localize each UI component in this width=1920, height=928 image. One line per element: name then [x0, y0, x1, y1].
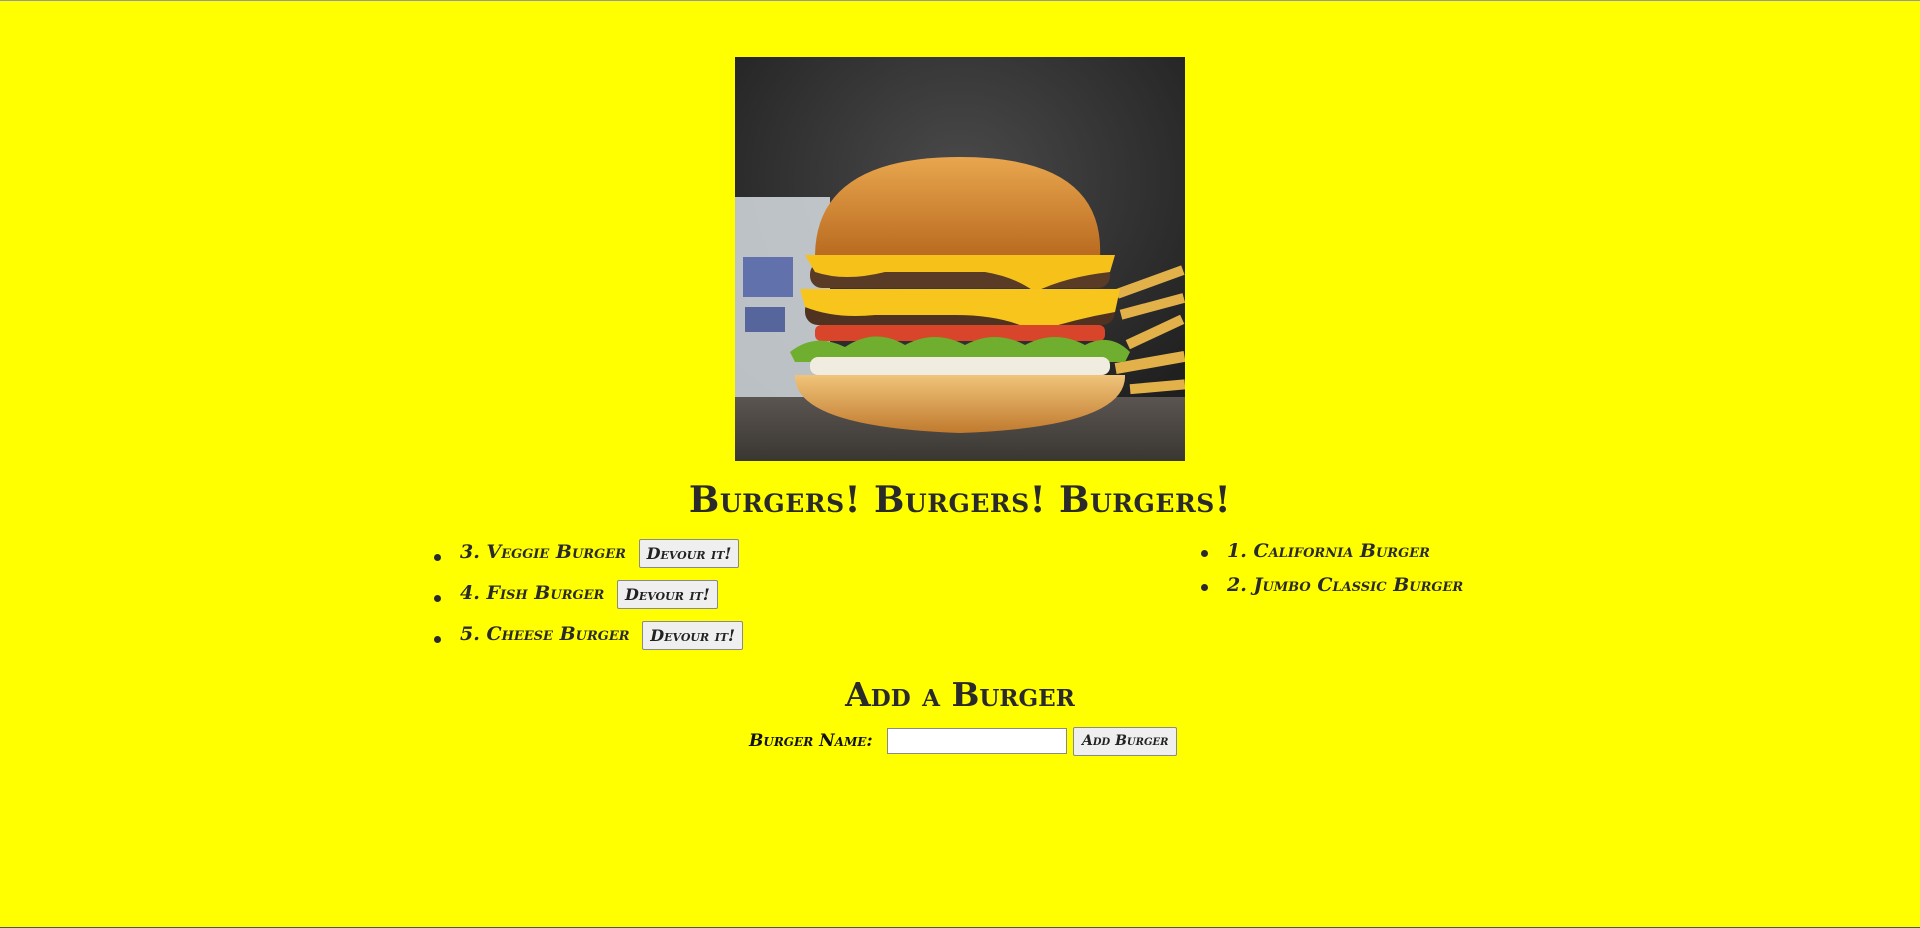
burger-label: 4. Fish Burger	[460, 582, 605, 604]
list-item: 2. Jumbo Classic Burger	[1201, 571, 1463, 605]
list-item: 1. California Burger	[1201, 537, 1463, 571]
devoured-burger-list: 1. California Burger 2. Jumbo Classic Bu…	[1201, 537, 1463, 605]
devour-button[interactable]: Devour it!	[638, 538, 740, 568]
list-item: 5. Cheese Burger Devour it!	[434, 619, 744, 660]
page-title: Burgers! Burgers! Burgers!	[688, 479, 1232, 521]
list-item: 4. Fish Burger Devour it!	[434, 578, 743, 619]
list-item: 3. Veggie Burger Devour it!	[434, 537, 743, 578]
burger-name-label: Burger Name:	[749, 731, 873, 751]
devour-button[interactable]: Devour it!	[616, 579, 718, 609]
burger-name-input[interactable]	[887, 728, 1067, 754]
burger-label: 5. Cheese Burger	[460, 623, 630, 645]
burger-image	[735, 57, 1185, 461]
add-burger-form: Burger Name: Add Burger	[749, 726, 1178, 756]
uneaten-burger-list: 3. Veggie Burger Devour it! 4. Fish Burg…	[434, 537, 744, 660]
burger-label: 1. California Burger	[1227, 540, 1430, 562]
add-burger-heading: Add a Burger	[845, 675, 1075, 714]
add-burger-button[interactable]: Add Burger	[1073, 726, 1178, 756]
burger-label: 2. Jumbo Classic Burger	[1227, 574, 1464, 596]
burger-label: 3. Veggie Burger	[460, 541, 626, 563]
devour-button[interactable]: Devour it!	[642, 620, 744, 650]
